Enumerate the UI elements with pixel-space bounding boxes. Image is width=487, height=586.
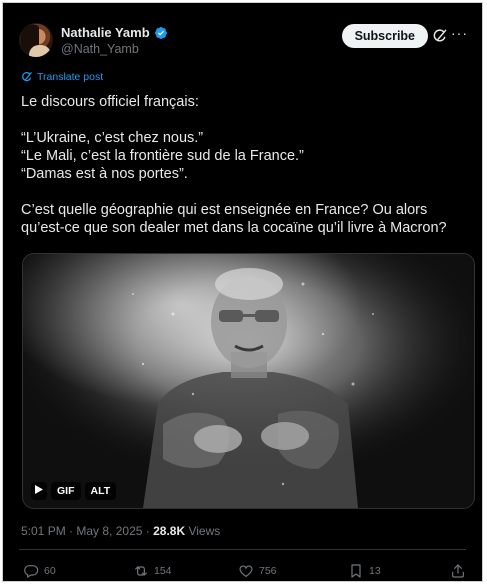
post-header: Nathalie Yamb @Nath_Yamb Subscribe ··· [19, 23, 470, 63]
avatar[interactable] [19, 23, 53, 57]
post-line: Le discours officiel français: [21, 94, 199, 110]
repost-button[interactable]: 154 [133, 563, 172, 579]
heart-icon [239, 565, 253, 578]
post-line: “Damas est à nos portes”. [21, 166, 188, 182]
gif-badge: GIF [51, 482, 81, 500]
name-row: Nathalie Yamb [61, 25, 168, 40]
share-button[interactable] [450, 563, 466, 579]
gif-frame-image [23, 254, 474, 508]
author-handle[interactable]: @Nath_Yamb [61, 42, 168, 56]
grok-translate-icon [22, 72, 32, 82]
repost-icon [135, 566, 147, 576]
grok-icon[interactable] [432, 28, 448, 44]
more-options-button[interactable]: ··· [451, 25, 468, 41]
action-bar: 60 154 756 13 [23, 563, 466, 581]
translate-label: Translate post [37, 71, 104, 83]
reply-icon [24, 565, 39, 579]
play-icon [35, 485, 43, 494]
divider [19, 549, 466, 550]
translate-post-link[interactable]: Translate post [21, 71, 103, 83]
play-button[interactable] [31, 482, 47, 500]
post-meta: 5:01 PM · May 8, 2025 · 28.8K Views [21, 524, 220, 538]
post-text: Le discours officiel français: “L’Ukrain… [21, 93, 471, 237]
views-label: Views [188, 524, 221, 538]
meta-separator: · [142, 524, 154, 538]
share-icon [452, 564, 464, 578]
reply-button[interactable]: 60 [23, 563, 56, 579]
gif-media[interactable]: GIF ALT [22, 253, 475, 509]
post-time[interactable]: 5:01 PM [21, 524, 66, 538]
subscribe-button[interactable]: Subscribe [341, 24, 428, 48]
like-button[interactable]: 756 [238, 563, 277, 579]
like-count: 756 [259, 565, 277, 577]
bookmark-icon [351, 564, 361, 578]
bookmark-count: 13 [369, 565, 381, 577]
post-line: “Le Mali, c’est la frontière sud de la F… [21, 148, 304, 164]
author-name[interactable]: Nathalie Yamb [61, 25, 150, 40]
post-card: Nathalie Yamb @Nath_Yamb Subscribe ··· T… [2, 2, 483, 582]
views-count: 28.8K [153, 524, 186, 538]
author-block: Nathalie Yamb @Nath_Yamb [61, 25, 168, 56]
repost-count: 154 [154, 565, 172, 577]
meta-separator: · [65, 524, 77, 538]
reply-count: 60 [44, 565, 56, 577]
alt-badge[interactable]: ALT [84, 482, 117, 500]
verified-badge-icon [154, 26, 167, 39]
media-badges: GIF ALT [31, 482, 120, 500]
post-date[interactable]: May 8, 2025 [76, 524, 142, 538]
post-line: “L’Ukraine, c’est chez nous.” [21, 130, 204, 146]
bookmark-button[interactable]: 13 [348, 563, 381, 579]
post-line: C’est quelle géographie qui est enseigné… [21, 202, 447, 236]
